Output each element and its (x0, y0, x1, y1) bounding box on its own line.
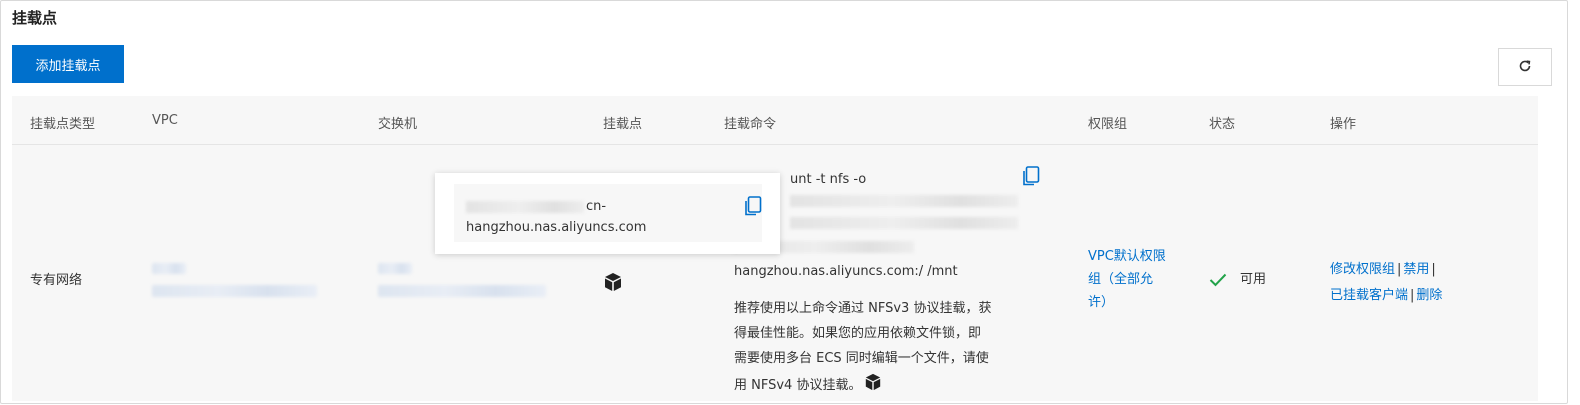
recommend-line-3: 需要使用多台 ECS 同时编辑一个文件，请使 (734, 351, 989, 366)
copy-command-icon[interactable] (1022, 166, 1040, 190)
mount-command-redacted-2 (790, 217, 1018, 229)
mount-type: 专有网络 (30, 273, 83, 288)
modify-permission-group-link[interactable]: 修改权限组 (1330, 262, 1395, 277)
copy-domain-icon[interactable] (744, 196, 762, 220)
mount-recommendation: 推荐使用以上命令通过 NFSv3 协议挂载，获 得最佳性能。如果您的应用依赖文件… (734, 298, 1044, 398)
permission-group-link[interactable]: VPC默认权限 组（全部允 许） (1088, 246, 1188, 313)
add-mount-point-button[interactable]: 添加挂载点 (12, 45, 124, 83)
col-header-type: 挂载点类型 (30, 117, 96, 132)
recommend-line-2: 得最佳性能。如果您的应用依赖文件锁，即 (734, 326, 982, 341)
permission-group-line-3: 许） (1088, 295, 1115, 310)
col-header-actions: 操作 (1330, 117, 1357, 132)
mounted-clients-link[interactable]: 已挂载客户端 (1330, 288, 1408, 303)
col-header-vswitch: 交换机 (378, 117, 418, 132)
mount-command-target: hangzhou.nas.aliyuncs.com:/ /mnt (734, 264, 958, 279)
col-header-permission-group: 权限组 (1088, 117, 1128, 132)
mount-command-line1: unt -t nfs -o (790, 172, 867, 187)
delete-link[interactable]: 删除 (1416, 288, 1442, 303)
cube-icon[interactable] (603, 272, 623, 296)
vpc-id-redacted[interactable] (152, 285, 317, 297)
mount-point-domain-redacted (466, 200, 584, 213)
row-actions: 修改权限组 | 禁用 | 已挂载客户端 | 删除 (1330, 262, 1443, 303)
refresh-button[interactable] (1498, 48, 1552, 86)
permission-group-line-1: VPC默认权限 (1088, 249, 1166, 264)
status-text: 可用 (1240, 272, 1267, 287)
vswitch-name-redacted (378, 263, 412, 274)
mount-point-popover: cn- hangzhou.nas.aliyuncs.com (435, 173, 780, 254)
mount-command-redacted-1 (790, 195, 1018, 207)
recommend-line-4: 用 NFSv4 协议挂载。 (734, 378, 862, 393)
vswitch-id-redacted[interactable] (378, 285, 546, 297)
page-title: 挂载点 (12, 9, 58, 27)
mount-point-domain-line-2: hangzhou.nas.aliyuncs.com (466, 220, 647, 235)
col-header-status: 状态 (1209, 117, 1236, 132)
col-header-vpc: VPC (152, 113, 178, 128)
mount-point-domain: cn- hangzhou.nas.aliyuncs.com (466, 196, 716, 238)
permission-group-line-2: 组（全部允 (1088, 272, 1154, 287)
table-header: 挂载点类型 VPC 交换机 挂载点 挂载命令 权限组 状态 操作 (12, 96, 1538, 145)
col-header-mount-command: 挂载命令 (724, 117, 777, 132)
recommend-line-1: 推荐使用以上命令通过 NFSv3 协议挂载，获 (734, 301, 992, 316)
col-header-mount-point: 挂载点 (603, 117, 643, 132)
check-icon (1209, 273, 1227, 291)
mount-point-domain-box: cn- hangzhou.nas.aliyuncs.com (454, 184, 762, 242)
vpc-name-redacted (152, 263, 186, 274)
cube-icon[interactable] (864, 373, 882, 398)
refresh-icon (1518, 59, 1532, 76)
mount-point-domain-line-1: cn- (586, 199, 607, 214)
disable-link[interactable]: 禁用 (1403, 262, 1429, 277)
